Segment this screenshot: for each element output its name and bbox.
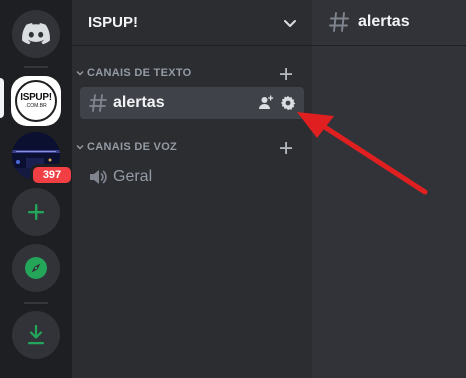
create-channel-plus-icon[interactable] bbox=[278, 140, 294, 156]
speaker-icon bbox=[90, 170, 107, 184]
channel-settings-icon[interactable] bbox=[280, 95, 296, 111]
discord-home-button[interactable] bbox=[12, 10, 60, 58]
server-ispup[interactable]: ISPUP! .COM.BR bbox=[11, 76, 61, 126]
explore-servers-button[interactable] bbox=[12, 244, 60, 292]
category-label: CANAIS DE TEXTO bbox=[87, 67, 192, 79]
category-voice-channels[interactable]: CANAIS DE VOZ bbox=[72, 138, 312, 158]
selected-server-indicator bbox=[0, 78, 4, 118]
rail-separator bbox=[24, 66, 48, 68]
channel-alertas[interactable]: alertas bbox=[80, 87, 304, 119]
category-label: CANAIS DE VOZ bbox=[87, 141, 178, 153]
channel-name: Geral bbox=[113, 168, 153, 185]
guild-name: ISPUP! bbox=[88, 14, 139, 31]
download-apps-button[interactable] bbox=[12, 311, 60, 359]
channel-name: alertas bbox=[113, 94, 165, 111]
chat-header: alertas bbox=[312, 0, 466, 46]
discord-logo-icon bbox=[22, 23, 50, 45]
category-text-channels[interactable]: CANAIS DE TEXTO bbox=[72, 64, 312, 84]
chat-channel-title: alertas bbox=[358, 13, 410, 30]
rail-separator-2 bbox=[24, 302, 48, 304]
compass-icon bbox=[25, 257, 47, 279]
category-chevron-icon bbox=[76, 145, 84, 150]
ispup-logo-url: .COM.BR bbox=[25, 103, 47, 109]
ispup-logo: ISPUP! .COM.BR bbox=[15, 80, 57, 122]
text-channel-hash-icon bbox=[89, 94, 107, 112]
create-channel-plus-icon[interactable] bbox=[278, 66, 294, 82]
channel-sidebar: ISPUP! CANAIS DE TEXTO alertas CANAIS DE… bbox=[72, 0, 312, 378]
ispup-logo-name: ISPUP! bbox=[20, 92, 52, 103]
plus-icon bbox=[28, 204, 44, 220]
download-icon bbox=[28, 324, 44, 345]
text-channel-hash-icon bbox=[329, 12, 349, 32]
mention-badge: 397 bbox=[30, 164, 74, 186]
chat-area: alertas bbox=[312, 0, 466, 378]
guild-header[interactable]: ISPUP! bbox=[72, 0, 312, 46]
category-chevron-icon bbox=[76, 71, 84, 76]
add-server-button[interactable] bbox=[12, 188, 60, 236]
create-invite-icon[interactable] bbox=[258, 95, 274, 111]
server-rail: ISPUP! .COM.BR 397 bbox=[0, 0, 74, 378]
chevron-down-icon bbox=[284, 19, 296, 27]
channel-geral[interactable]: Geral bbox=[80, 161, 304, 193]
